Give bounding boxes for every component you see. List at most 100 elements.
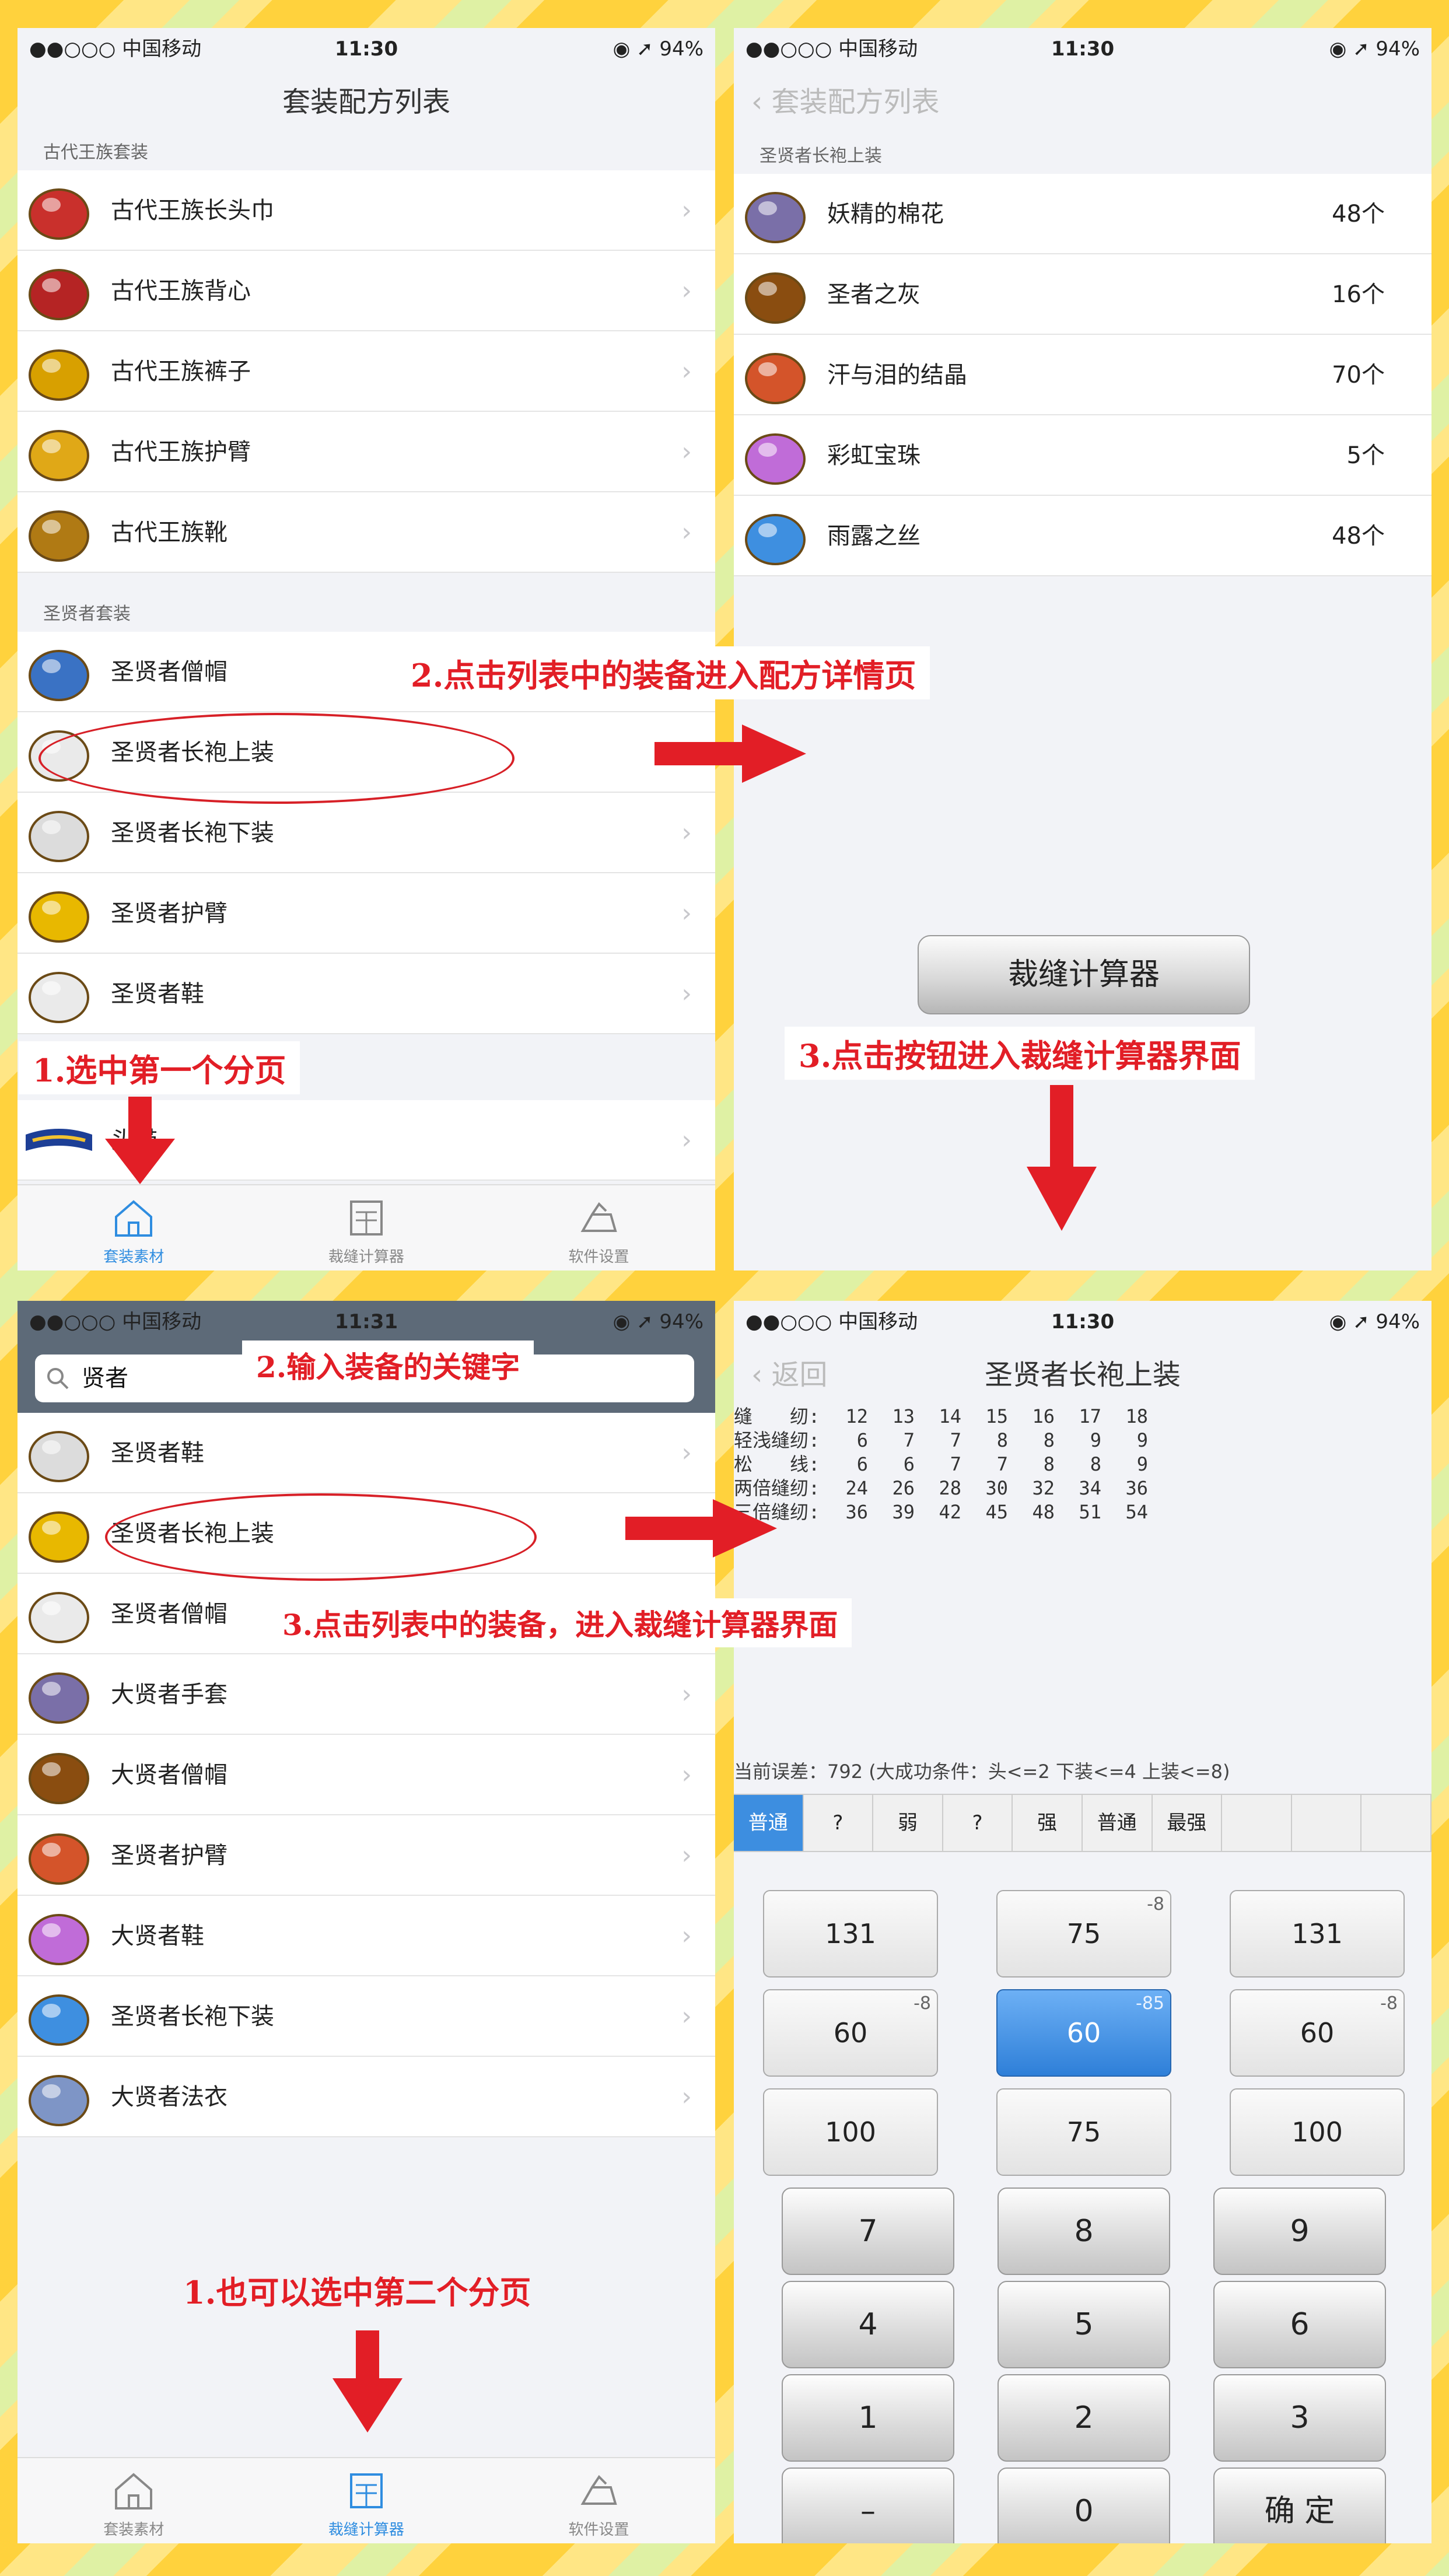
tailor-calculator-button[interactable]: 裁缝计算器 [918, 935, 1250, 1014]
arrow-down-icon [105, 1097, 175, 1184]
item-icon [745, 514, 806, 565]
segment-option[interactable]: 普通 [1083, 1795, 1153, 1851]
table-cell: 54 [1125, 1501, 1148, 1523]
tab-settings[interactable]: 软件设置 [482, 1185, 715, 1270]
house-icon [115, 2473, 153, 2510]
list-item-label: 大贤者鞋 [111, 1923, 204, 1950]
battery-label: ◉ ➚ 94% [1329, 1310, 1420, 1334]
keypad-key[interactable]: 9 [1213, 2188, 1386, 2275]
segment-option[interactable]: ? [804, 1795, 874, 1851]
table-row: 两倍缝纫: 24 26 28 30 32 34 36 [734, 1476, 1148, 1500]
battery-label: ◉ ➚ 94% [612, 1310, 704, 1334]
clock: 11:30 [334, 37, 398, 61]
list-item[interactable]: 圣者之灰 16个 [734, 254, 1432, 335]
back-button[interactable]: ‹ 套装配方列表 [751, 70, 939, 134]
list-item[interactable]: 大贤者手套 › [18, 1654, 715, 1735]
tab-bar: 套装素材 裁缝计算器 软件设置 [18, 1184, 715, 1270]
tab-settings[interactable]: 软件设置 [482, 2458, 715, 2543]
tab-suit-materials[interactable]: 套装素材 [18, 2458, 250, 2543]
stitch-value-button[interactable]: 75 -8 [996, 1890, 1171, 1978]
keypad-key[interactable]: 2 [998, 2374, 1170, 2462]
annotation-step3: 3.点击按钮进入裁缝计算器界面 [785, 1027, 1255, 1080]
table-cell: 48 [1032, 1501, 1055, 1523]
segment-option[interactable]: 最强 [1153, 1795, 1223, 1851]
list-item-label: 雨露之丝 [827, 523, 921, 550]
keypad-key[interactable]: 0 [998, 2468, 1170, 2543]
list-item[interactable]: 妖精的棉花 48个 [734, 174, 1432, 254]
stitch-value-button[interactable]: 75 [996, 2088, 1171, 2176]
list-item[interactable]: 圣贤者长袍下装 › [18, 793, 715, 873]
chevron-left-icon: ‹ [751, 1359, 763, 1391]
item-icon [29, 1431, 89, 1482]
list-item[interactable]: 汗与泪的结晶 70个 [734, 335, 1432, 415]
chevron-right-icon: › [681, 2001, 692, 2031]
segment-option[interactable]: 普通 [734, 1795, 804, 1851]
list-item[interactable]: 古代王族背心 › [18, 251, 715, 331]
list-item[interactable]: 古代王族护臂 › [18, 412, 715, 492]
table-row: 松 线: 6 6 7 7 8 8 9 [734, 1452, 1148, 1476]
stitch-value-button[interactable]: 60 -85 [996, 1989, 1171, 2077]
stitch-value-button[interactable]: 100 [1230, 2088, 1405, 2176]
stitch-value-button[interactable]: 100 [763, 2088, 938, 2176]
list-item-label: 大贤者僧帽 [111, 1762, 228, 1788]
table-row: 三倍缝纫: 36 39 42 45 48 51 54 [734, 1500, 1148, 1524]
list-item[interactable]: 古代王族靴 › [18, 492, 715, 573]
tab-suit-materials[interactable]: 套装素材 [18, 1185, 250, 1270]
list-item[interactable]: 大贤者鞋 › [18, 1896, 715, 1976]
row-label: 缝 纫: [734, 1405, 820, 1427]
keypad-key[interactable]: 1 [782, 2374, 954, 2462]
item-icon [29, 972, 89, 1023]
segment-option[interactable]: 弱 [873, 1795, 943, 1851]
keypad-key[interactable]: – [782, 2468, 954, 2543]
tab-tailor-calculator[interactable]: 裁缝计算器 [250, 2458, 483, 2543]
item-icon [29, 430, 89, 481]
material-count: 48个 [1332, 523, 1385, 550]
search-icon [47, 1368, 69, 1390]
list-item[interactable]: 雨露之丝 48个 [734, 496, 1432, 576]
stitch-table: 缝 纫: 12 13 14 15 16 17 18 轻浅缝纫: 6 7 7 8 8 9 9 松 线: 6 6 7 7 8 8… [734, 1405, 1148, 1524]
item-icon [29, 349, 89, 401]
keypad-key[interactable]: 3 [1213, 2374, 1386, 2462]
back-button[interactable]: ‹ 返回 [751, 1343, 827, 1407]
segment-option[interactable]: 强 [1013, 1795, 1083, 1851]
list-item[interactable]: 古代王族长头巾 › [18, 170, 715, 251]
segment-option[interactable] [1362, 1795, 1432, 1851]
list-item[interactable]: 大贤者法衣 › [18, 2057, 715, 2137]
list-item-label: 大贤者法衣 [111, 2084, 228, 2110]
stitch-value-button[interactable]: 131 [763, 1890, 938, 1978]
keypad-key[interactable]: 8 [998, 2188, 1170, 2275]
stitch-value: 60 [833, 2017, 868, 2049]
list-item-label: 古代王族背心 [111, 278, 251, 304]
stitch-value: 100 [825, 2116, 876, 2148]
segment-option[interactable]: ? [943, 1795, 1013, 1851]
list-item[interactable]: 圣贤者长袍下装 › [18, 1976, 715, 2057]
list-item[interactable]: 圣贤者鞋 › [18, 1413, 715, 1493]
confirm-button[interactable]: 确 定 [1213, 2468, 1386, 2543]
segment-option[interactable] [1222, 1795, 1292, 1851]
keypad-key[interactable]: 6 [1213, 2281, 1386, 2368]
chevron-right-icon: › [681, 517, 692, 547]
item-icon [29, 1833, 89, 1885]
table-cell: 24 [845, 1477, 868, 1499]
keypad-key[interactable]: 7 [782, 2188, 954, 2275]
list-item[interactable]: 彩虹宝珠 5个 [734, 415, 1432, 496]
list-item[interactable]: 古代王族裤子 › [18, 331, 715, 412]
tab-tailor-calculator[interactable]: 裁缝计算器 [250, 1185, 483, 1270]
section-header-sage: 圣贤者套装 [43, 604, 131, 624]
stitch-value-button[interactable]: 60 -8 [1230, 1989, 1405, 2077]
table-cell: 13 [892, 1405, 915, 1427]
highlight-oval [38, 713, 514, 804]
stitch-value-button[interactable]: 60 -8 [763, 1989, 938, 2077]
stitch-offset: -8 [914, 1993, 931, 2014]
keypad-key[interactable]: 4 [782, 2281, 954, 2368]
list-item[interactable]: 圣贤者鞋 › [18, 954, 715, 1034]
stitch-value-button[interactable]: 131 [1230, 1890, 1405, 1978]
list-item[interactable]: 大贤者僧帽 › [18, 1735, 715, 1815]
annotation-search: 2.输入装备的关键字 [242, 1340, 534, 1390]
table-cell: 8 [1043, 1429, 1055, 1451]
segment-option[interactable] [1292, 1795, 1362, 1851]
stitch-value: 100 [1292, 2116, 1343, 2148]
keypad-key[interactable]: 5 [998, 2281, 1170, 2368]
list-item[interactable]: 圣贤者护臂 › [18, 873, 715, 954]
list-item[interactable]: 圣贤者护臂 › [18, 1815, 715, 1896]
